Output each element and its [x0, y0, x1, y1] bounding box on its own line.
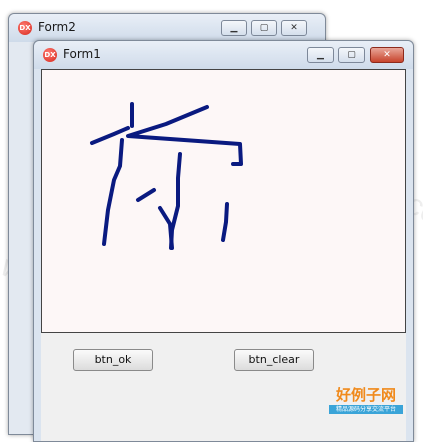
ok-button[interactable]: btn_ok [73, 349, 153, 371]
form1-titlebar[interactable]: DX Form1 ▁ ▢ ✕ [34, 41, 413, 69]
form1-close-button[interactable]: ✕ [370, 47, 404, 63]
clear-button[interactable]: btn_clear [234, 349, 314, 371]
drawing-strokes [90, 102, 243, 250]
form1-maximize-button[interactable]: ▢ [338, 47, 365, 63]
form1-app-icon: DX [43, 48, 57, 62]
form2-maximize-button[interactable]: ▢ [251, 20, 277, 36]
stroke-left-foot [158, 206, 174, 250]
logo-title: 好例子网 [335, 386, 396, 404]
form1-title: Form1 [63, 47, 101, 61]
form2-titlebar[interactable]: DX Form2 ▁ ▢ ✕ [9, 14, 325, 42]
drawing-canvas[interactable] [41, 69, 406, 333]
stroke-right-dot [221, 202, 229, 242]
form2-minimize-button[interactable]: ▁ [221, 20, 247, 36]
stroke-left-dot [136, 188, 156, 202]
site-logo: 好例子网 精品源码分享交流平台 [329, 386, 403, 414]
form2-title: Form2 [38, 20, 76, 34]
logo-subtitle: 精品源码分享交流平台 [329, 405, 403, 414]
form2-close-button[interactable]: ✕ [281, 20, 307, 36]
form1-window[interactable]: DX Form1 ▁ ▢ ✕ btn_ok btn_clear [33, 40, 414, 442]
form1-minimize-button[interactable]: ▁ [307, 47, 334, 63]
stroke-roof [126, 105, 243, 166]
form2-app-icon: DX [18, 21, 32, 35]
stroke-left-vertical [102, 138, 124, 246]
